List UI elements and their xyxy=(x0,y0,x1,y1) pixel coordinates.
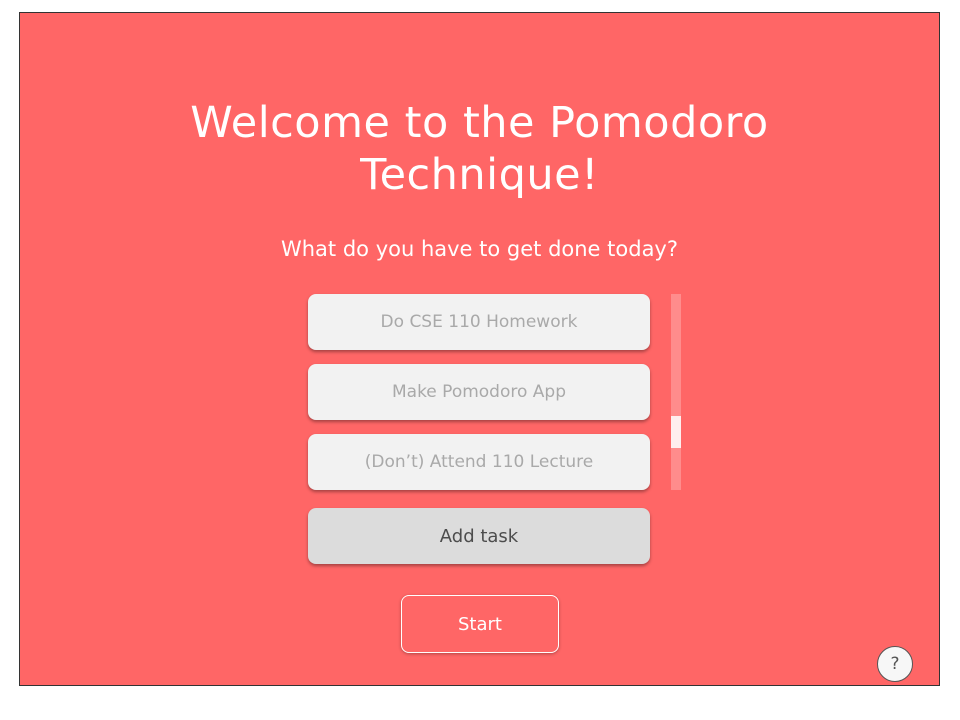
start-button[interactable]: Start xyxy=(401,595,559,653)
welcome-title-line-1: Welcome to the Pomodoro xyxy=(190,98,769,148)
help-button[interactable]: ? xyxy=(877,646,913,682)
prompt-text: What do you have to get done today? xyxy=(280,237,679,261)
app-window: Welcome to the Pomodoro Technique! What … xyxy=(19,12,940,686)
question-mark-icon: ? xyxy=(890,654,900,674)
task-item[interactable]: Make Pomodoro App xyxy=(308,364,650,420)
add-task-button[interactable]: Add task xyxy=(308,508,650,564)
scrollbar-thumb[interactable] xyxy=(671,416,681,448)
task-list-scrollbar[interactable] xyxy=(671,294,681,490)
welcome-title: Welcome to the Pomodoro Technique! xyxy=(20,97,939,201)
task-item[interactable]: (Don’t) Attend 110 Lecture xyxy=(308,434,650,490)
task-list: Do CSE 110 Homework Make Pomodoro App (D… xyxy=(308,294,652,492)
task-item[interactable]: Do CSE 110 Homework xyxy=(308,294,650,350)
welcome-title-line-2: Technique! xyxy=(360,150,599,200)
